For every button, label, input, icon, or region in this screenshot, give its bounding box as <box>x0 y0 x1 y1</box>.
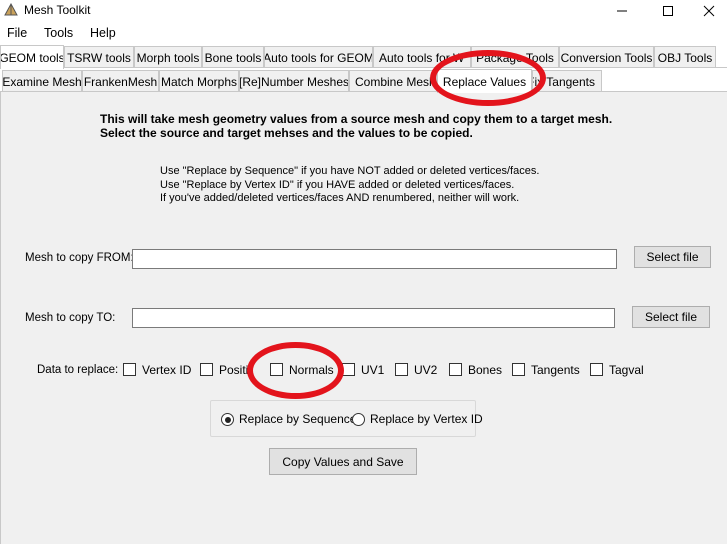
note-line-1: Use "Replace by Sequence" if you have NO… <box>160 165 540 177</box>
tab-auto-tools-geom[interactable]: Auto tools for GEOM <box>264 46 373 68</box>
replace-mode-group: Replace by Sequence Replace by Vertex ID <box>210 400 483 437</box>
intro-line-1: This will take mesh geometry values from… <box>100 112 613 126</box>
uv2-checkbox[interactable] <box>395 363 408 376</box>
close-icon <box>703 5 715 17</box>
title-bar: Mesh Toolkit <box>0 0 727 22</box>
vertex-id-label: Vertex ID <box>142 363 192 377</box>
select-to-file-button[interactable]: Select file <box>632 306 710 328</box>
annotation-circle-replace-values <box>430 50 546 106</box>
sub-tab-strip: Examine Mesh FrankenMesh Match Morphs [R… <box>0 69 727 93</box>
data-to-replace-label: Data to replace: <box>37 364 119 376</box>
app-icon <box>4 3 18 16</box>
uv1-label: UV1 <box>361 363 385 377</box>
intro-line-2: Select the source and target mehses and … <box>100 126 473 140</box>
from-label: Mesh to copy FROM: <box>25 252 134 264</box>
intro-text: This will take mesh geometry values from… <box>100 112 640 140</box>
replace-by-sequence-radio[interactable] <box>221 413 234 426</box>
note-line-3: If you've added/deleted vertices/faces A… <box>160 192 520 204</box>
replace-by-vertex-id-radio[interactable] <box>352 413 365 426</box>
vertex-id-checkbox[interactable] <box>123 363 136 376</box>
window-title: Mesh Toolkit <box>24 3 91 17</box>
tab-examine-mesh[interactable]: Examine Mesh <box>2 70 82 92</box>
annotation-circle-normals <box>247 342 344 399</box>
tab-match-morphs[interactable]: Match Morphs <box>159 70 239 92</box>
minimize-icon <box>617 10 627 12</box>
close-button[interactable] <box>691 0 727 22</box>
tab-combine-meshes[interactable]: Combine Meshes <box>349 70 437 92</box>
to-label: Mesh to copy TO: <box>25 312 116 324</box>
tab-renumber-meshes[interactable]: [Re]Number Meshes <box>239 70 349 92</box>
position-checkbox[interactable] <box>200 363 213 376</box>
tab-strip-divider <box>0 67 727 68</box>
tab-conversion-tools[interactable]: Conversion Tools <box>559 46 654 68</box>
uv2-label: UV2 <box>414 363 438 377</box>
select-from-file-button[interactable]: Select file <box>634 246 711 268</box>
menu-bar: File Tools Help <box>0 22 727 44</box>
main-tab-strip: GEOM tools TSRW tools Morph tools Bone t… <box>0 45 727 69</box>
menu-file[interactable]: File <box>7 26 27 40</box>
tab-tsrw-tools[interactable]: TSRW tools <box>64 46 134 68</box>
minimize-button[interactable] <box>599 0 645 22</box>
bones-checkbox[interactable] <box>449 363 462 376</box>
to-path-input[interactable] <box>132 308 615 328</box>
bones-label: Bones <box>468 363 503 377</box>
maximize-button[interactable] <box>645 0 691 22</box>
usage-notes: Use "Replace by Sequence" if you have NO… <box>160 165 580 206</box>
tab-obj-tools[interactable]: OBJ Tools <box>654 46 716 68</box>
note-line-2: Use "Replace by Vertex ID" if you HAVE a… <box>160 178 515 191</box>
tab-bone-tools[interactable]: Bone tools <box>202 46 264 68</box>
maximize-icon <box>663 6 673 16</box>
menu-help[interactable]: Help <box>90 26 116 40</box>
tagval-checkbox[interactable] <box>590 363 603 376</box>
tangents-label: Tangents <box>531 363 580 377</box>
tab-geom-tools[interactable]: GEOM tools <box>0 45 64 69</box>
tagval-label: Tagval <box>609 363 644 377</box>
from-path-input[interactable] <box>132 249 617 269</box>
menu-tools[interactable]: Tools <box>44 26 73 40</box>
tangents-checkbox[interactable] <box>512 363 525 376</box>
tab-frankenmesh[interactable]: FrankenMesh <box>82 70 159 92</box>
replace-by-vertex-id-label: Replace by Vertex ID <box>370 412 483 426</box>
replace-by-sequence-label: Replace by Sequence <box>239 412 357 426</box>
copy-values-and-save-button[interactable]: Copy Values and Save <box>269 448 417 475</box>
tab-morph-tools[interactable]: Morph tools <box>134 46 202 68</box>
